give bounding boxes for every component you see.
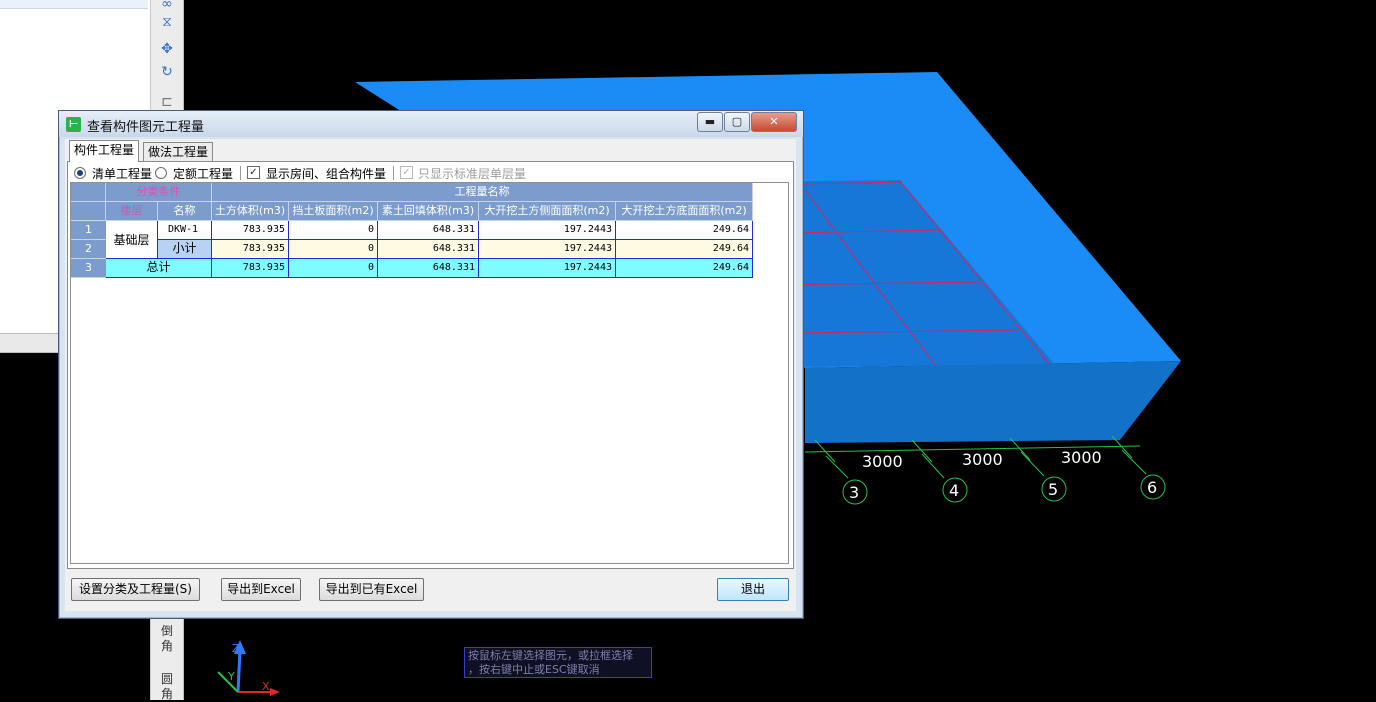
export-existing-excel-button[interactable]: 导出到已有Excel	[319, 578, 424, 601]
exit-button[interactable]: 退出	[717, 578, 789, 601]
dimension-label: 3000	[962, 450, 1003, 469]
options-bar: 清单工程量 定额工程量 ✓ 显示房间、组合构件量 ✓ 只显示标准层单层量	[70, 164, 790, 182]
settings-button[interactable]: 设置分类及工程量(S)	[71, 578, 200, 601]
tab-method-quantity[interactable]: 做法工程量	[143, 142, 214, 162]
value-cell[interactable]: 197.2443	[479, 221, 616, 240]
close-button[interactable]: ✕	[751, 112, 797, 132]
total-cell[interactable]: 197.2443	[479, 259, 616, 278]
corner-header	[71, 183, 106, 202]
quota-quantity-label[interactable]: 定额工程量	[173, 165, 233, 182]
tab-component-quantity[interactable]: 构件工程量	[69, 140, 140, 162]
minimize-button[interactable]: ▬	[697, 112, 723, 132]
group-header-category: 分类条件	[106, 183, 212, 202]
subtotal-cell[interactable]: 249.64	[616, 240, 753, 259]
total-cell[interactable]: 0	[289, 259, 378, 278]
align-icon[interactable]: ⊏	[159, 94, 175, 110]
coordinate-axes-icon: Z Y X	[217, 640, 280, 696]
option-separator	[393, 166, 394, 180]
subtotal-cell[interactable]: 648.331	[378, 240, 479, 259]
maximize-button[interactable]: ▢	[724, 112, 750, 132]
show-room-checkbox[interactable]: ✓	[247, 166, 260, 179]
tab-panel: 清单工程量 定额工程量 ✓ 显示房间、组合构件量 ✓ 只显示标准层单层量 分类条…	[67, 161, 794, 569]
link-icon[interactable]: ∞	[159, 0, 175, 12]
axis-number: 6	[1147, 478, 1157, 497]
column-header[interactable]: 素土回填体积(m3)	[378, 202, 479, 221]
total-cell[interactable]: 783.935	[212, 259, 289, 278]
rotate-icon[interactable]: ↻	[159, 64, 175, 80]
status-line: ，按右键中止或ESC键取消	[468, 663, 600, 676]
move-icon[interactable]: ✥	[159, 41, 175, 57]
standard-floor-checkbox: ✓	[400, 166, 413, 179]
column-header-name[interactable]: 名称	[158, 202, 212, 221]
subtotal-cell[interactable]: 197.2443	[479, 240, 616, 259]
value-cell[interactable]: 648.331	[378, 221, 479, 240]
show-room-label[interactable]: 显示房间、组合构件量	[266, 165, 386, 182]
chamfer-label[interactable]: 倒角	[157, 624, 177, 654]
bill-quantity-radio[interactable]	[74, 167, 86, 179]
app-icon: ⊢	[66, 117, 81, 132]
quota-quantity-radio[interactable]	[155, 167, 167, 179]
row-number[interactable]: 2	[71, 240, 106, 259]
value-cell[interactable]: 0	[289, 221, 378, 240]
axis-number: 4	[949, 481, 959, 500]
dimension-label: 3000	[862, 452, 903, 471]
subtotal-label[interactable]: 小计	[158, 240, 212, 259]
value-cell[interactable]: 783.935	[212, 221, 289, 240]
corner-header	[71, 202, 106, 221]
status-line: 按鼠标左键选择图元，或拉框选择	[468, 649, 633, 662]
left-panel-strip	[0, 0, 148, 9]
excavation-front-face	[805, 361, 1181, 443]
fillet-label[interactable]: 圆角	[157, 672, 177, 702]
svg-text:Y: Y	[227, 670, 235, 683]
status-tip: 按鼠标左键选择图元，或拉框选择 ，按右键中止或ESC键取消	[464, 647, 652, 678]
option-separator	[240, 166, 241, 180]
dialog-title: 查看构件图元工程量	[87, 120, 205, 135]
total-label[interactable]: 总计	[106, 259, 212, 278]
column-header[interactable]: 大开挖土方底面面积(m2)	[616, 202, 753, 221]
axis-number: 5	[1048, 480, 1058, 499]
row-number[interactable]: 3	[71, 259, 106, 278]
value-cell[interactable]: 249.64	[616, 221, 753, 240]
standard-floor-label: 只显示标准层单层量	[418, 167, 527, 181]
name-cell[interactable]: DKW-1	[158, 221, 212, 240]
axis-markers	[842, 474, 1166, 505]
quantity-table[interactable]: 分类条件 工程量名称 楼层 名称 土方体积(m3) 挡土板面积(m2) 素土回填…	[70, 182, 789, 564]
group-header-quantity: 工程量名称	[212, 183, 753, 202]
subtotal-cell[interactable]: 783.935	[212, 240, 289, 259]
dimension-label: 3000	[1061, 448, 1102, 467]
svg-text:X: X	[262, 680, 270, 693]
bill-quantity-label[interactable]: 清单工程量	[92, 165, 152, 182]
column-header-floor[interactable]: 楼层	[106, 202, 158, 221]
column-header[interactable]: 大开挖土方侧面面积(m2)	[479, 202, 616, 221]
axis-number: 3	[849, 483, 859, 502]
row-number[interactable]: 1	[71, 221, 106, 240]
subtotal-cell[interactable]: 0	[289, 240, 378, 259]
dialog-titlebar[interactable]: ⊢ 查看构件图元工程量 ▬ ▢ ✕	[59, 111, 803, 137]
column-header[interactable]: 土方体积(m3)	[212, 202, 289, 221]
total-cell[interactable]: 249.64	[616, 259, 753, 278]
svg-text:Z: Z	[232, 642, 240, 655]
total-cell[interactable]: 648.331	[378, 259, 479, 278]
quantity-dialog: ⊢ 查看构件图元工程量 ▬ ▢ ✕ 构件工程量 做法工程量 清单工程量 定额工程…	[58, 110, 804, 619]
mirror-icon[interactable]: ⧖	[159, 14, 175, 30]
floor-cell[interactable]: 基础层	[106, 221, 158, 259]
export-excel-button[interactable]: 导出到Excel	[221, 578, 301, 601]
dialog-body: 构件工程量 做法工程量 清单工程量 定额工程量 ✓ 显示房间、组合构件量 ✓ 只…	[65, 139, 796, 611]
column-header[interactable]: 挡土板面积(m2)	[289, 202, 378, 221]
